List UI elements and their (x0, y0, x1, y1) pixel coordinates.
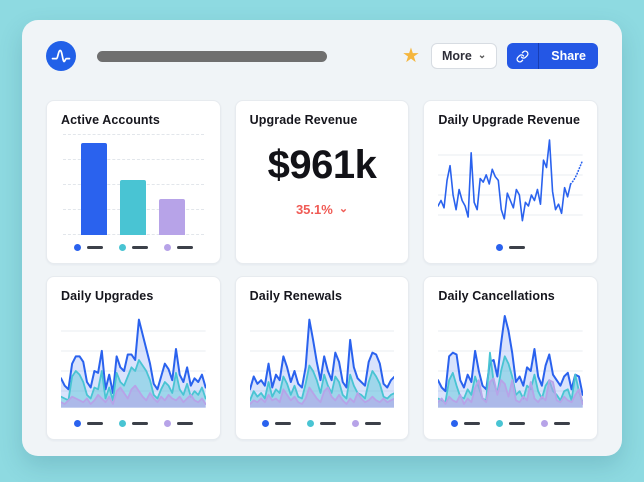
card-daily-renewals[interactable]: Daily Renewals (235, 276, 410, 440)
legend-item[interactable] (74, 244, 103, 251)
legend-item[interactable] (307, 420, 336, 427)
legend-label-redacted (509, 246, 525, 249)
bar-chart[interactable] (61, 135, 206, 235)
card-active-accounts[interactable]: Active Accounts (46, 100, 221, 264)
legend-dot (541, 420, 548, 427)
amplitude-wave-icon (49, 44, 73, 68)
chart-legend (438, 415, 583, 431)
card-daily-upgrade-revenue[interactable]: Daily Upgrade Revenue (423, 100, 598, 264)
share-button-label[interactable]: Share (539, 43, 598, 69)
line-chart[interactable] (438, 135, 583, 235)
card-title: Daily Upgrades (61, 289, 206, 303)
legend-item[interactable] (164, 244, 193, 251)
legend-dot (164, 244, 171, 251)
bar-group (61, 135, 206, 235)
chevron-down-icon: ⌄ (339, 204, 348, 215)
legend-dot (451, 420, 458, 427)
legend-item[interactable] (164, 420, 193, 427)
legend-label-redacted (554, 422, 570, 425)
legend-item[interactable] (352, 420, 381, 427)
legend-item[interactable] (451, 420, 480, 427)
copy-link-button[interactable] (507, 43, 539, 69)
bar-series-2[interactable] (120, 180, 146, 235)
legend-dot (352, 420, 359, 427)
card-title: Active Accounts (61, 113, 206, 127)
star-icon[interactable]: ★ (402, 46, 420, 66)
area-chart[interactable] (438, 311, 583, 411)
card-daily-cancellations[interactable]: Daily Cancellations (423, 276, 598, 440)
chart-legend (61, 415, 206, 431)
bar-series-1[interactable] (81, 143, 107, 235)
legend-item[interactable] (541, 420, 570, 427)
legend-item[interactable] (119, 244, 148, 251)
cards-grid: Active Accounts Upgrade Revenue $961k 35… (46, 100, 598, 440)
card-title: Daily Cancellations (438, 289, 583, 303)
more-button-label: More (442, 49, 472, 63)
legend-label-redacted (320, 422, 336, 425)
legend-label-redacted (177, 422, 193, 425)
card-title: Daily Renewals (250, 289, 395, 303)
legend-item[interactable] (119, 420, 148, 427)
legend-label-redacted (177, 246, 193, 249)
legend-label-redacted (275, 422, 291, 425)
dashboard-panel: ★ More ⌄ Share Active Accounts (22, 20, 622, 456)
legend-dot (262, 420, 269, 427)
kpi-change[interactable]: 35.1% ⌄ (250, 202, 395, 217)
legend-label-redacted (509, 422, 525, 425)
legend-dot (496, 244, 503, 251)
bar-series-3[interactable] (159, 199, 185, 235)
more-button[interactable]: More ⌄ (431, 43, 497, 69)
legend-label-redacted (87, 246, 103, 249)
legend-dot (119, 420, 126, 427)
card-upgrade-revenue[interactable]: Upgrade Revenue $961k 35.1% ⌄ (235, 100, 410, 264)
kpi-value: $961k (250, 143, 395, 188)
legend-dot (307, 420, 314, 427)
legend-item[interactable] (74, 420, 103, 427)
legend-item[interactable] (496, 244, 525, 251)
legend-item[interactable] (496, 420, 525, 427)
legend-label-redacted (87, 422, 103, 425)
area-chart[interactable] (250, 311, 395, 411)
legend-dot (74, 244, 81, 251)
legend-label-redacted (132, 422, 148, 425)
legend-label-redacted (365, 422, 381, 425)
legend-dot (119, 244, 126, 251)
legend-dot (164, 420, 171, 427)
card-daily-upgrades[interactable]: Daily Upgrades (46, 276, 221, 440)
link-icon (516, 50, 529, 63)
card-title: Daily Upgrade Revenue (438, 113, 583, 127)
chevron-down-icon: ⌄ (478, 51, 486, 61)
legend-dot (496, 420, 503, 427)
kpi-change-value: 35.1% (296, 202, 333, 217)
area-chart[interactable] (61, 311, 206, 411)
amplitude-logo[interactable] (46, 41, 76, 71)
legend-dot (74, 420, 81, 427)
legend-label-redacted (464, 422, 480, 425)
screen-background: ★ More ⌄ Share Active Accounts (0, 0, 644, 482)
share-button[interactable]: Share (507, 43, 598, 69)
chart-legend (250, 415, 395, 431)
dashboard-title-placeholder (97, 51, 327, 62)
legend-label-redacted (132, 246, 148, 249)
chart-legend (61, 239, 206, 255)
card-title: Upgrade Revenue (250, 113, 395, 127)
chart-legend (438, 239, 583, 255)
topbar: ★ More ⌄ Share (46, 40, 598, 72)
legend-item[interactable] (262, 420, 291, 427)
